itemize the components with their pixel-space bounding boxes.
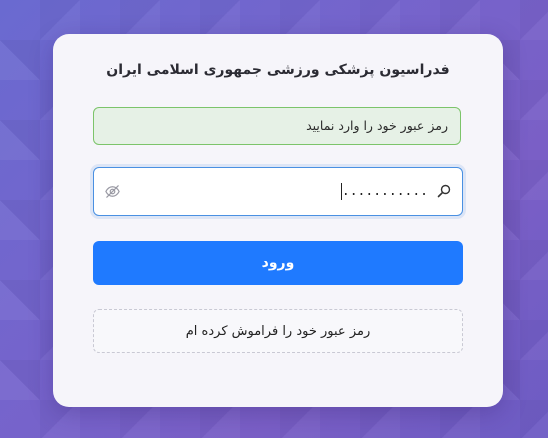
login-button[interactable]: ورود xyxy=(93,241,463,285)
forgot-password-button[interactable]: رمز عبور خود را فراموش کرده ام xyxy=(93,309,463,353)
search-icon xyxy=(437,184,451,198)
login-card: فدراسیون پزشکی ورزشی جمهوری اسلامی ایران… xyxy=(53,34,503,407)
eye-off-icon[interactable] xyxy=(104,183,121,200)
password-field[interactable]: ........... xyxy=(93,167,463,216)
password-value: ........... xyxy=(341,184,428,199)
page-title: فدراسیون پزشکی ورزشی جمهوری اسلامی ایران xyxy=(106,62,450,78)
password-required-alert: رمز عبور خود را وارد نمایید xyxy=(93,107,461,145)
password-input[interactable]: ........... xyxy=(128,168,428,215)
